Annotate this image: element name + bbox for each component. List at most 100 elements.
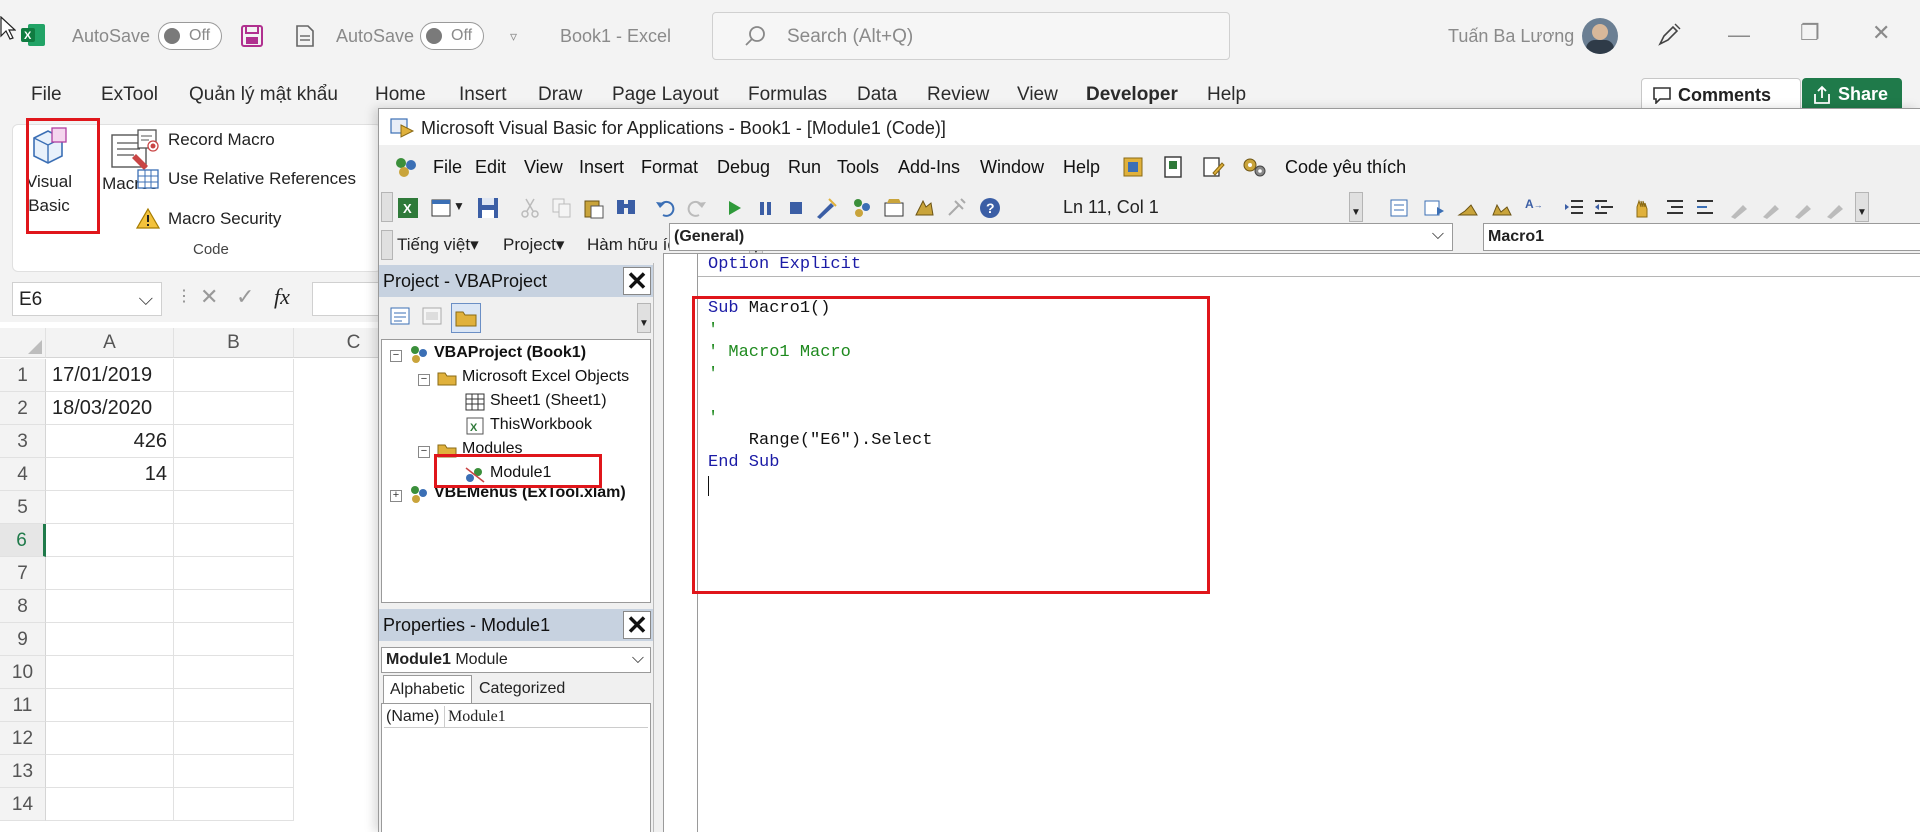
tab-formulas[interactable]: Formulas	[748, 84, 827, 106]
edit-note-icon[interactable]	[1201, 155, 1225, 184]
uncomment-block-icon[interactable]	[1693, 197, 1715, 219]
tree-excel-objects[interactable]: Microsoft Excel Objects	[462, 368, 629, 386]
list-properties-icon[interactable]	[1389, 197, 1411, 219]
project-toolbar-grip[interactable]: ▼	[637, 303, 651, 333]
row-header-3[interactable]: 3	[0, 425, 46, 458]
use-relative-references-button[interactable]: Use Relative References	[137, 169, 356, 189]
vba-menu-tools[interactable]: Tools	[837, 157, 879, 178]
tree-thisworkbook[interactable]: ThisWorkbook	[490, 416, 592, 434]
column-header-b[interactable]: B	[174, 328, 294, 358]
design-mode-icon[interactable]	[815, 197, 837, 219]
vba-menu-insert[interactable]: Insert	[579, 157, 624, 178]
select-all-corner[interactable]	[0, 328, 46, 358]
pen-icon[interactable]	[1656, 22, 1682, 52]
cell-a1[interactable]: 17/01/2019	[46, 359, 174, 392]
cell-b14[interactable]	[174, 788, 294, 821]
tree-vbaproject[interactable]: VBAProject (Book1)	[434, 344, 586, 362]
row-header-14[interactable]: 14	[0, 788, 46, 821]
pause-icon[interactable]	[755, 197, 777, 219]
cell-a4[interactable]: 14	[46, 458, 174, 491]
vba-menu-window[interactable]: Window	[980, 157, 1044, 178]
row-header-8[interactable]: 8	[0, 590, 46, 623]
excel-link-icon[interactable]	[1121, 155, 1145, 184]
edit-toolbar-grip[interactable]: ▼	[1855, 192, 1869, 222]
cell-a8[interactable]	[46, 590, 174, 623]
cell-a12[interactable]	[46, 722, 174, 755]
parameter-info-icon[interactable]	[1491, 197, 1513, 219]
cell-b6[interactable]	[174, 524, 294, 557]
property-row-name[interactable]: (Name) Module1	[384, 706, 648, 728]
toggle-folders-icon[interactable]	[451, 303, 481, 333]
macro-security-button[interactable]: Macro Security	[135, 207, 281, 229]
tab-insert[interactable]: Insert	[459, 84, 507, 106]
expand-vbemenus-icon[interactable]: +	[390, 490, 402, 502]
redo-icon[interactable]	[685, 197, 707, 219]
cell-a10[interactable]	[46, 656, 174, 689]
tab-categorized[interactable]: Categorized	[473, 675, 571, 703]
minimize-icon[interactable]: —	[1728, 22, 1750, 48]
previous-bookmark-icon[interactable]	[1793, 197, 1815, 219]
code-pane-divider[interactable]	[653, 263, 663, 832]
cell-a5[interactable]	[46, 491, 174, 524]
cell-a14[interactable]	[46, 788, 174, 821]
cell-b8[interactable]	[174, 590, 294, 623]
close-project-pane-icon[interactable]: ✕	[623, 267, 651, 295]
vba-menu-run[interactable]: Run	[788, 157, 821, 178]
row-header-13[interactable]: 13	[0, 755, 46, 788]
run-icon[interactable]	[723, 197, 745, 219]
search-box[interactable]: Search (Alt+Q)	[712, 12, 1230, 60]
save-icon[interactable]	[240, 24, 264, 52]
book-icon[interactable]	[1161, 155, 1185, 184]
cell-a2[interactable]: 18/03/2020	[46, 392, 174, 425]
cut-icon[interactable]	[519, 197, 541, 219]
view-code-icon[interactable]	[389, 305, 411, 327]
tab-view[interactable]: View	[1017, 84, 1058, 106]
outdent-icon[interactable]	[1593, 197, 1615, 219]
row-header-2[interactable]: 2	[0, 392, 46, 425]
save-icon[interactable]	[477, 197, 499, 219]
tab-developer[interactable]: Developer	[1086, 84, 1178, 106]
vba-menu-add-ins[interactable]: Add-Ins	[898, 157, 960, 178]
cell-a9[interactable]	[46, 623, 174, 656]
collapse-vbaproject-icon[interactable]: −	[390, 350, 402, 362]
cell-b12[interactable]	[174, 722, 294, 755]
vba-menu-favorite-code[interactable]: Code yêu thích	[1285, 157, 1406, 178]
close-properties-pane-icon[interactable]: ✕	[623, 611, 651, 639]
row-header-5[interactable]: 5	[0, 491, 46, 524]
vba-menu-view[interactable]: View	[524, 157, 563, 178]
avatar[interactable]	[1582, 18, 1618, 54]
tab-password-manager[interactable]: Quản lý mật khẩu	[189, 84, 338, 106]
row-header-9[interactable]: 9	[0, 623, 46, 656]
tab-home[interactable]: Home	[375, 84, 426, 106]
column-header-a[interactable]: A	[46, 328, 174, 358]
object-combo[interactable]: (General) ⌵	[669, 223, 1453, 251]
row-header-6[interactable]: 6	[0, 524, 46, 557]
cell-b13[interactable]	[174, 755, 294, 788]
project-explorer-icon[interactable]	[851, 197, 873, 219]
procedure-combo[interactable]: Macro1	[1483, 223, 1920, 251]
record-macro-button[interactable]: Record Macro	[137, 129, 275, 152]
toolbar-grip[interactable]	[381, 192, 393, 222]
name-box[interactable]: E6 ⌵	[12, 282, 162, 316]
cell-b11[interactable]	[174, 689, 294, 722]
cell-b2[interactable]	[174, 392, 294, 425]
cancel-formula-icon[interactable]: ✕	[200, 284, 218, 310]
view-excel-icon[interactable]: X	[397, 197, 419, 219]
row-header-12[interactable]: 12	[0, 722, 46, 755]
list-constants-icon[interactable]	[1423, 197, 1445, 219]
cell-a11[interactable]	[46, 689, 174, 722]
undo-icon[interactable]	[655, 197, 677, 219]
cell-b10[interactable]	[174, 656, 294, 689]
vba-menu-app-icon[interactable]	[393, 155, 419, 184]
view-object-icon[interactable]	[421, 305, 443, 327]
paste-icon[interactable]	[583, 197, 605, 219]
cell-a3[interactable]: 426	[46, 425, 174, 458]
stop-icon[interactable]	[785, 197, 807, 219]
clear-bookmarks-icon[interactable]	[1825, 197, 1847, 219]
cell-b9[interactable]	[174, 623, 294, 656]
vba-menu-edit[interactable]: Edit	[475, 157, 506, 178]
customize-toolbar-icon[interactable]: ▿	[510, 28, 517, 45]
properties-object-combo[interactable]: Module1 Module ⌵	[381, 647, 651, 673]
tab-data[interactable]: Data	[857, 84, 897, 106]
find-icon[interactable]	[615, 197, 637, 219]
